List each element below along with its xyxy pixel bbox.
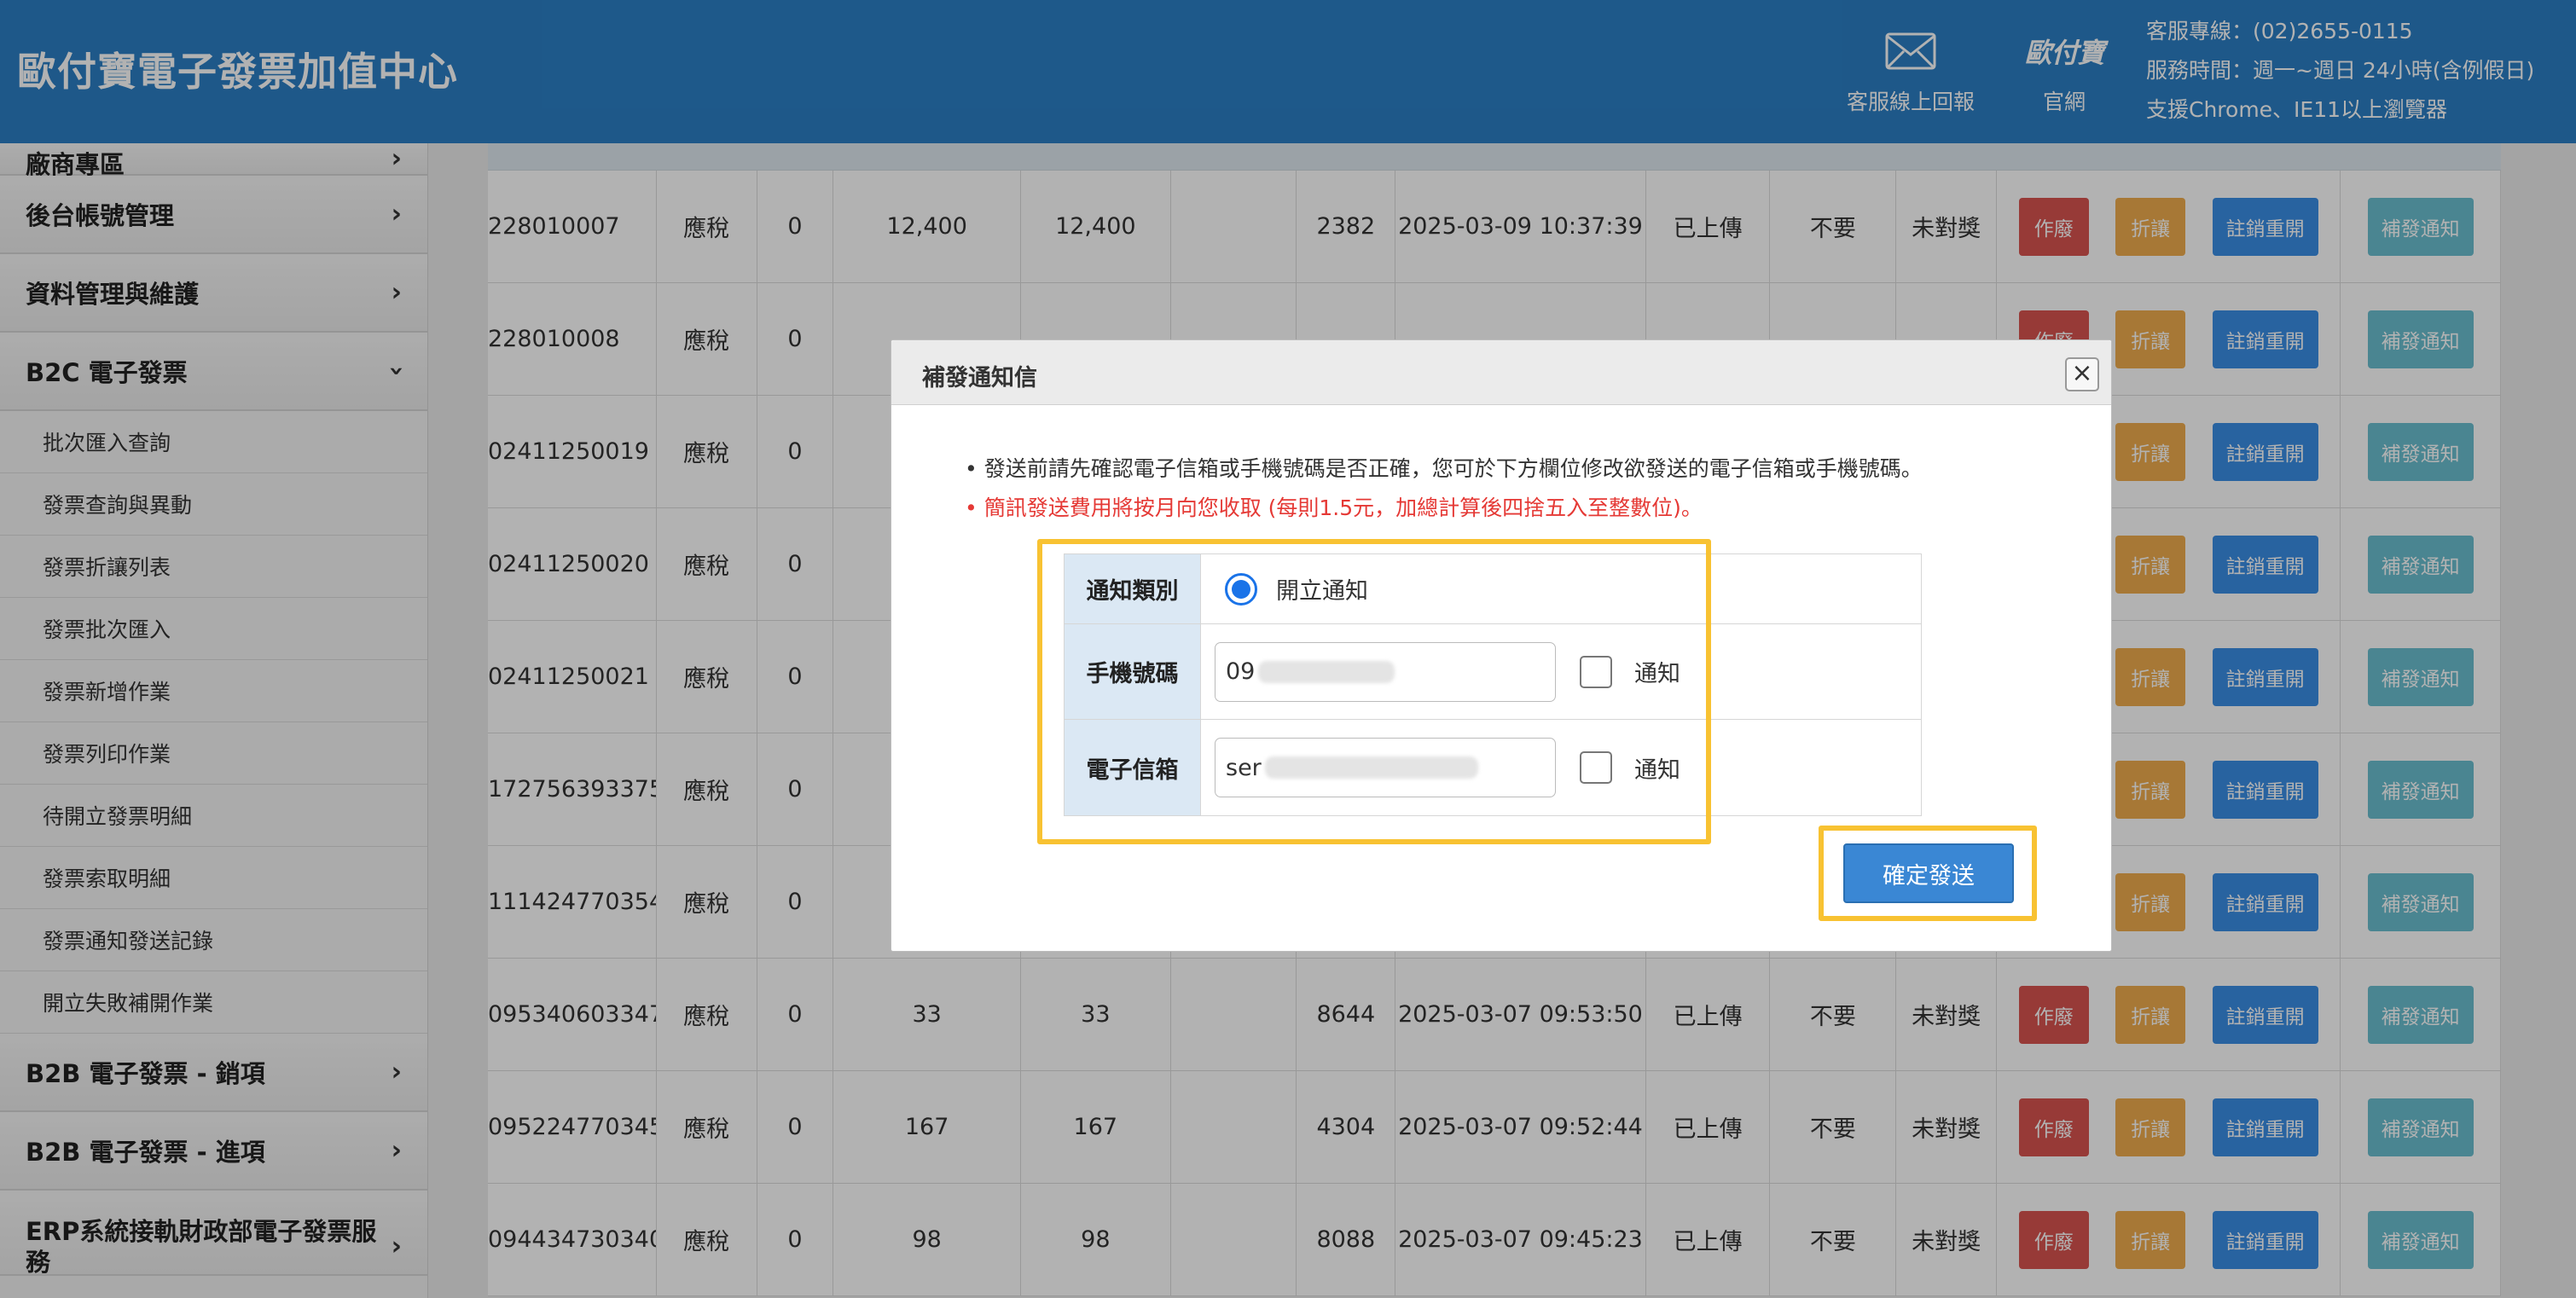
dialog-title: 補發通知信 (922, 365, 1037, 391)
highlight-box-send (1819, 826, 2037, 921)
sms-fee-note: • 簡訊發送費用將按月向您收取 (每則1.5元，加總計算後四捨五入至整數位)。 (965, 495, 1703, 520)
note-text: • 發送前請先確認電子信箱或手機號碼是否正確，您可於下方欄位修改欲發送的電子信箱… (965, 456, 1923, 481)
highlight-box-form (1037, 539, 1711, 844)
dialog-notes: • 發送前請先確認電子信箱或手機號碼是否正確，您可於下方欄位修改欲發送的電子信箱… (965, 449, 1923, 528)
close-icon[interactable]: × (2065, 357, 2099, 391)
dialog-header: 補發通知信 × (891, 340, 2111, 405)
